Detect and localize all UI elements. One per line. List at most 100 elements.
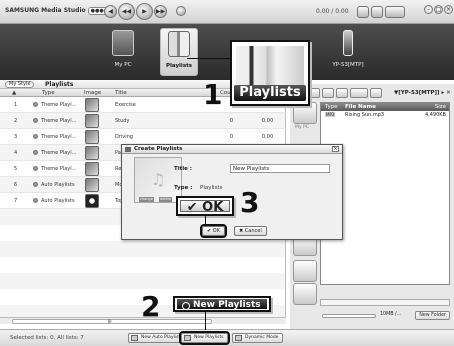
create-playlists-dialog: Create Playlists × ♫ change delete Title…: [121, 144, 343, 240]
row-title: Driving: [115, 134, 133, 140]
close-window-button[interactable]: ×: [444, 5, 453, 14]
minimize-button[interactable]: –: [424, 5, 433, 14]
ok-callout-label: ✔ OK: [180, 200, 230, 215]
row-type: Auto Playlists: [41, 198, 75, 204]
col-file-size[interactable]: Size: [435, 104, 446, 110]
next-button[interactable]: ▶▶: [154, 5, 167, 18]
device-info-icon[interactable]: [336, 88, 348, 98]
col-file-type[interactable]: Type: [325, 104, 338, 110]
refresh-icon[interactable]: [370, 88, 382, 98]
volume-knob[interactable]: [176, 6, 186, 16]
theme-playlist-icon: [33, 118, 38, 123]
col-no[interactable]: ▲: [12, 90, 16, 96]
my-style-button[interactable]: My Style: [5, 81, 35, 88]
row-type: Auto Playlists: [41, 182, 75, 188]
upload-arrow-icon[interactable]: [293, 260, 317, 282]
format-icon[interactable]: [350, 88, 368, 98]
playlist-image: [85, 98, 99, 112]
capacity-bar: [322, 314, 376, 318]
auto-playlist-icon: [33, 182, 38, 187]
change-art-button[interactable]: change: [139, 197, 154, 202]
row-number: 2: [14, 118, 18, 124]
nav-device[interactable]: YP-S3[MTP]: [322, 28, 374, 76]
row-type: Theme Playl...: [41, 150, 77, 156]
row-number: 7: [14, 198, 18, 204]
new-auto-playlists-button[interactable]: New Auto Playlists: [128, 333, 187, 343]
table-row[interactable]: 2 Theme Playl... Study 0 0.00: [0, 113, 286, 129]
type-value: Playlists: [200, 185, 223, 191]
maximize-button[interactable]: □: [434, 5, 443, 14]
theme-playlist-icon: [33, 134, 38, 139]
row-number: 5: [14, 166, 18, 172]
previous-button[interactable]: ◀: [104, 5, 117, 18]
file-row[interactable]: MP3 Rising Sun.mp3 4,490KB: [321, 111, 449, 119]
close-icon[interactable]: ×: [332, 146, 339, 152]
device-list-header: Type File Name Size: [321, 103, 449, 111]
title-bar: SAMSUNG Media Studio ●●●● ◀ ◀◀ ▶ ▶▶ 0.00 …: [0, 0, 454, 24]
dynamic-mode-icon: [235, 335, 242, 341]
row-number: 1: [14, 102, 18, 108]
dynamic-mode-button[interactable]: Dynamic Mode: [232, 333, 283, 343]
table-row[interactable]: 3 Theme Playl... Driving 0 0.00: [0, 129, 286, 145]
row-number: 6: [14, 182, 18, 188]
row-count: 0: [230, 118, 234, 124]
app-brand: SAMSUNG Media Studio ●●●●: [5, 7, 112, 15]
theme-playlist-icon: [33, 166, 38, 171]
playlist-icon: [168, 31, 190, 57]
music-note-icon: ♫: [151, 170, 166, 189]
nav-playlists-label: Playlists: [166, 63, 192, 69]
dialog-icon: [125, 147, 131, 152]
step-2-leader-line: [205, 312, 206, 330]
playlist-image: [85, 146, 99, 160]
rewind-button[interactable]: ◀◀: [118, 3, 135, 20]
col-file-name[interactable]: File Name: [345, 104, 376, 110]
row-time: 0.00: [262, 118, 274, 124]
playlist-image: [85, 178, 99, 192]
nav-my-pc[interactable]: My PC: [104, 28, 142, 76]
cancel-button[interactable]: ✖ Cancel: [234, 226, 267, 236]
device-scrollbar[interactable]: [320, 299, 450, 306]
new-playlists-button[interactable]: New Playlists: [179, 331, 230, 345]
col-image[interactable]: Image: [84, 90, 101, 96]
new-playlists-callout-label: New Playlists: [177, 299, 267, 310]
new-auto-label: New Auto Playlists: [141, 335, 183, 340]
capacity-label: 10MB /...: [380, 312, 402, 317]
device-icon: [343, 30, 353, 56]
auto-playlist-icon: [131, 335, 138, 341]
step-1-number: 1: [203, 78, 223, 111]
delete-art-button[interactable]: delete: [159, 197, 173, 202]
col-type[interactable]: Type: [42, 90, 55, 96]
time-display: 0.00 / 0.00: [316, 8, 349, 15]
settings-icon[interactable]: [322, 88, 334, 98]
file-name: Rising Sun.mp3: [345, 112, 385, 118]
row-number: 4: [14, 150, 18, 156]
scrollbar-thumb[interactable]: III: [12, 319, 212, 324]
title-label: Title :: [174, 166, 193, 172]
download-arrow-icon[interactable]: [293, 283, 317, 305]
step-2-number: 2: [141, 290, 161, 323]
ok-button[interactable]: ✔ OK: [200, 224, 227, 238]
view-toggle-b[interactable]: [371, 6, 383, 18]
play-button[interactable]: ▶: [136, 3, 153, 20]
new-folder-button[interactable]: New Folder: [415, 311, 450, 320]
row-type: Theme Playl...: [41, 118, 77, 124]
navigation-band: My PC Playlists YP-S3[MTP]: [0, 24, 454, 80]
step-3-leader-line: [205, 216, 206, 225]
cancel-label: Cancel: [244, 228, 262, 234]
title-input[interactable]: New Playlists: [230, 164, 330, 173]
scroll-grip: III: [108, 319, 112, 324]
col-title[interactable]: Title: [115, 90, 127, 96]
step-3-number: 3: [240, 186, 260, 219]
ok-callout: ✔ OK: [176, 196, 234, 216]
album-art-placeholder: ♫ change delete: [134, 157, 182, 203]
bottom-toolbar: Selected lists: 0, All lists: 7 New Auto…: [0, 329, 454, 346]
new-playlist-icon: [182, 302, 190, 310]
file-size: 4,490KB: [424, 112, 446, 118]
nav-playlists[interactable]: Playlists: [160, 28, 198, 76]
row-count: 0: [230, 134, 234, 140]
view-toggle-a[interactable]: [357, 6, 369, 18]
view-toggle-c[interactable]: [385, 6, 405, 18]
device-path[interactable]: ▼[YP-S3[MTP]] ▸ ✕: [394, 90, 451, 96]
pc-icon: [112, 30, 134, 56]
row-type: Theme Playl...: [41, 166, 77, 172]
